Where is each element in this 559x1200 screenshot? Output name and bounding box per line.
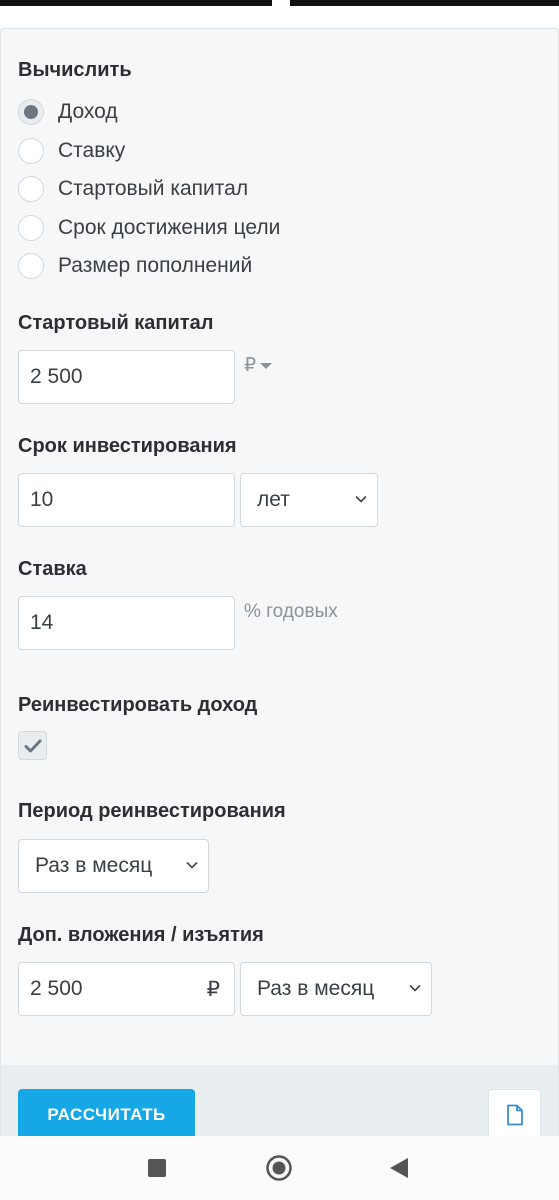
radio-dot: [24, 105, 38, 119]
square-icon: [148, 1159, 166, 1177]
radio-label: Стартовый капитал: [58, 177, 249, 200]
radio-label: Размер пополнений: [58, 254, 253, 277]
radio-button[interactable]: [18, 99, 44, 125]
contributions-frequency-select[interactable]: Раз в месяц: [240, 962, 432, 1016]
reinvest-period-select[interactable]: Раз в месяц: [18, 839, 209, 893]
rate-input[interactable]: 14: [18, 596, 235, 650]
chevron-down-icon: [355, 495, 367, 503]
radio-button[interactable]: [18, 215, 44, 241]
term-input[interactable]: 10: [18, 473, 235, 527]
top-divider-right: [290, 0, 559, 6]
radio-contribution-size[interactable]: Размер пополнений: [18, 251, 252, 281]
reinvest-period-value: Раз в месяц: [35, 854, 153, 877]
document-icon: [506, 1104, 523, 1126]
radio-income[interactable]: Доход: [18, 97, 118, 127]
term-unit-value: лет: [257, 488, 290, 511]
calculate-button[interactable]: РАССЧИТАТЬ: [18, 1089, 195, 1141]
calculate-title: Вычислить: [18, 59, 132, 81]
contributions-title: Доп. вложения / изъятия: [18, 924, 264, 946]
contributions-frequency-value: Раз в месяц: [257, 977, 375, 1000]
recents-button[interactable]: [127, 1136, 187, 1200]
currency-dropdown[interactable]: ₽: [244, 354, 273, 377]
radio-button[interactable]: [18, 176, 44, 202]
circle-icon: [266, 1155, 292, 1181]
chevron-down-icon: [186, 861, 198, 869]
radio-rate[interactable]: Ставку: [18, 136, 125, 166]
reinvest-period-title: Период реинвестирования: [18, 800, 286, 822]
radio-goal-term[interactable]: Срок достижения цели: [18, 213, 280, 243]
currency-symbol: ₽: [244, 355, 257, 376]
radio-label: Срок достижения цели: [58, 216, 281, 239]
rate-value: 14: [30, 611, 54, 634]
term-unit-select[interactable]: лет: [240, 473, 378, 527]
reinvest-checkbox[interactable]: [18, 731, 47, 760]
back-triangle-icon: [390, 1158, 408, 1178]
reinvest-title: Реинвестировать доход: [18, 694, 258, 716]
document-button[interactable]: [488, 1089, 541, 1141]
start-capital-title: Стартовый капитал: [18, 312, 214, 334]
radio-button[interactable]: [18, 138, 44, 164]
start-capital-input[interactable]: 2 500: [18, 350, 235, 404]
radio-label: Ставку: [58, 139, 126, 162]
contributions-input[interactable]: 2 500 ₽: [18, 962, 235, 1016]
rate-title: Ставка: [18, 558, 87, 580]
system-nav-bar: [0, 1136, 559, 1200]
radio-label: Доход: [58, 100, 118, 123]
contributions-value: 2 500: [30, 977, 83, 1000]
back-button[interactable]: [369, 1136, 429, 1200]
status-bar: [0, 0, 559, 28]
home-button[interactable]: [249, 1136, 309, 1200]
caret-down-icon: [260, 362, 273, 369]
chevron-down-icon: [409, 984, 421, 992]
checkmark-icon: [24, 739, 41, 752]
rate-suffix: % годовых: [244, 601, 338, 622]
top-divider-left: [0, 0, 272, 6]
radio-button[interactable]: [18, 253, 44, 279]
term-value: 10: [30, 488, 54, 511]
start-capital-value: 2 500: [30, 365, 83, 388]
contributions-currency: ₽: [206, 977, 220, 1001]
radio-start-capital[interactable]: Стартовый капитал: [18, 174, 248, 204]
term-title: Срок инвестирования: [18, 435, 237, 457]
